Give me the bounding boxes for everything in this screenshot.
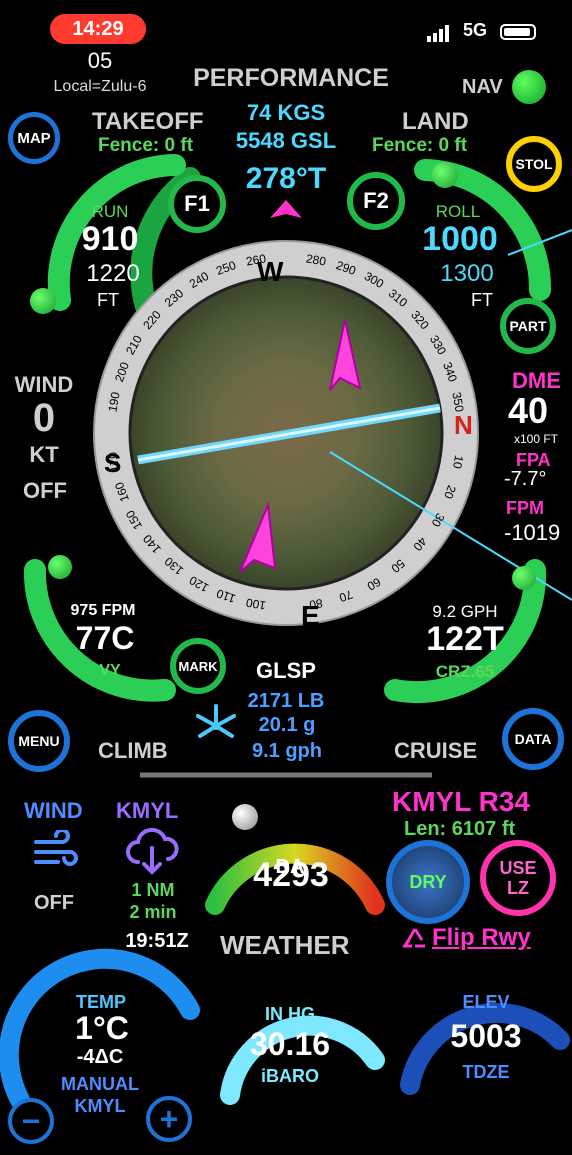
cloud-download-icon: [124, 826, 180, 876]
recycle-icon: [400, 926, 430, 954]
runway-length: Len: 6107 ft: [404, 818, 516, 840]
weather-title: WEATHER: [220, 930, 350, 960]
compass-tick-260: 260: [244, 251, 267, 269]
compass-tick-350: 350: [449, 390, 467, 413]
elev-label: ELEV: [462, 992, 510, 1012]
compass-tick-340: 340: [440, 360, 461, 384]
temp-source: MANUAL: [61, 1074, 139, 1094]
compass-tick-60: 60: [364, 574, 383, 593]
inhg-value: 30.16: [249, 1026, 331, 1062]
compass-tick-330: 330: [426, 332, 449, 357]
climb-speed: 77C: [75, 620, 135, 656]
inhg-label: IN HG: [264, 1004, 315, 1024]
compass-tick-190: 190: [105, 390, 123, 413]
propeller-icon: [192, 702, 240, 750]
climb-title: CLIMB: [98, 738, 168, 763]
weather-wind-state[interactable]: OFF: [34, 892, 74, 915]
compass-tick-30: 30: [428, 510, 447, 529]
compass-tick-160: 160: [111, 480, 132, 504]
weather-distance: 1 NM: [131, 880, 175, 900]
compass-tick-140: 140: [140, 532, 164, 557]
compass-tick-labels: 280 290 300 310 320 330 340 350 10 20 30 40 50 60 70 80…: [0, 0, 572, 1155]
compass-tick-170: 170: [105, 451, 123, 474]
temp-station: KMYL: [74, 1096, 126, 1116]
compass-tick-40: 40: [410, 534, 430, 555]
weather-age: 2 min: [129, 902, 177, 922]
glsp-title: GLSP: [256, 658, 316, 683]
compass-tick-200: 200: [111, 360, 132, 384]
compass-tick-10: 10: [450, 454, 467, 471]
temp-delta: -4ΔC: [76, 1046, 124, 1068]
elev-source: TDZE: [462, 1062, 510, 1082]
compass-tick-300: 300: [361, 269, 386, 292]
temp-value: 1°C: [75, 1010, 129, 1046]
wind-icon: [34, 828, 82, 874]
flip-runway-link[interactable]: Flip Rwy: [432, 924, 531, 952]
dme-unit: x100 FT: [514, 432, 559, 446]
fpm-label: FPM: [506, 498, 544, 518]
compass-tick-70: 70: [337, 587, 355, 606]
cruise-speed: 122T: [426, 620, 504, 658]
compass-tick-310: 310: [386, 286, 411, 310]
climb-fpm: 975 FPM: [70, 602, 136, 619]
compass-tick-280: 280: [305, 251, 328, 269]
compass-tick-210: 210: [123, 332, 146, 357]
glsp-g: 20.1 g: [258, 714, 316, 736]
cruise-crz: CRZ.65: [435, 662, 495, 681]
weather-station[interactable]: KMYL: [116, 798, 178, 824]
compass-tick-120: 120: [186, 572, 211, 595]
cruise-title: CRUISE: [394, 738, 478, 763]
compass-tick-290: 290: [334, 257, 358, 278]
runway-label[interactable]: KMYL R34: [392, 786, 530, 818]
compass-tick-150: 150: [123, 507, 146, 532]
fpm-value: -1019: [504, 520, 561, 545]
climb-vy: VY: [99, 662, 121, 679]
da-value: 4293: [253, 856, 329, 894]
cruise-gph: 9.2 GPH: [432, 602, 498, 621]
fpa-value: -7.7°: [504, 468, 547, 490]
weather-zulu: 19:51Z: [125, 930, 189, 952]
compass-tick-50: 50: [388, 556, 409, 576]
inhg-source: iBARO: [261, 1066, 319, 1086]
compass-tick-250: 250: [214, 257, 238, 278]
compass-tick-20: 20: [441, 483, 460, 501]
compass-tick-80: 80: [308, 596, 325, 613]
elev-value: 5003: [450, 1018, 522, 1054]
glsp-gph: 9.1 gph: [251, 740, 322, 762]
compass-tick-100: 100: [244, 595, 267, 613]
compass-tick-110: 110: [214, 586, 238, 607]
compass-tick-230: 230: [161, 286, 186, 310]
compass-tick-220: 220: [140, 307, 164, 332]
glsp-weight: 2171 LB: [247, 690, 325, 712]
weather-wind-label: WIND: [24, 798, 83, 823]
compass-tick-240: 240: [186, 269, 211, 292]
compass-tick-130: 130: [161, 554, 186, 578]
dme-value: 40: [508, 390, 549, 431]
compass-tick-320: 320: [408, 307, 432, 332]
